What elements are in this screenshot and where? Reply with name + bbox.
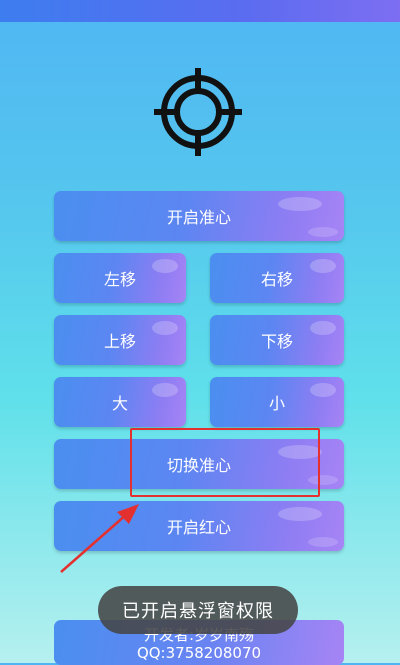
move-right-button[interactable]: 右移 <box>210 253 344 303</box>
crosshair-icon <box>154 68 242 156</box>
smaller-button[interactable]: 小 <box>210 377 344 427</box>
move-right-label: 右移 <box>260 270 293 289</box>
move-down-button[interactable]: 下移 <box>210 315 344 365</box>
bigger-button[interactable]: 大 <box>54 377 186 427</box>
open-red-dot-label: 开启红心 <box>166 518 231 537</box>
developer-qq: QQ:3758208070 <box>136 644 262 662</box>
open-crosshair-label: 开启准心 <box>166 208 231 227</box>
switch-crosshair-label: 切换准心 <box>166 456 231 475</box>
move-up-label: 上移 <box>103 332 136 351</box>
smaller-label: 小 <box>268 394 285 413</box>
open-crosshair-button[interactable]: 开启准心 <box>54 191 344 241</box>
toast-message: 已开启悬浮窗权限 <box>98 586 298 634</box>
annotation-arrow-icon <box>60 504 139 573</box>
status-bar <box>0 0 400 22</box>
move-down-label: 下移 <box>260 332 293 351</box>
move-left-button[interactable]: 左移 <box>54 253 186 303</box>
bigger-label: 大 <box>111 394 128 413</box>
move-left-label: 左移 <box>103 270 136 289</box>
move-up-button[interactable]: 上移 <box>54 315 186 365</box>
